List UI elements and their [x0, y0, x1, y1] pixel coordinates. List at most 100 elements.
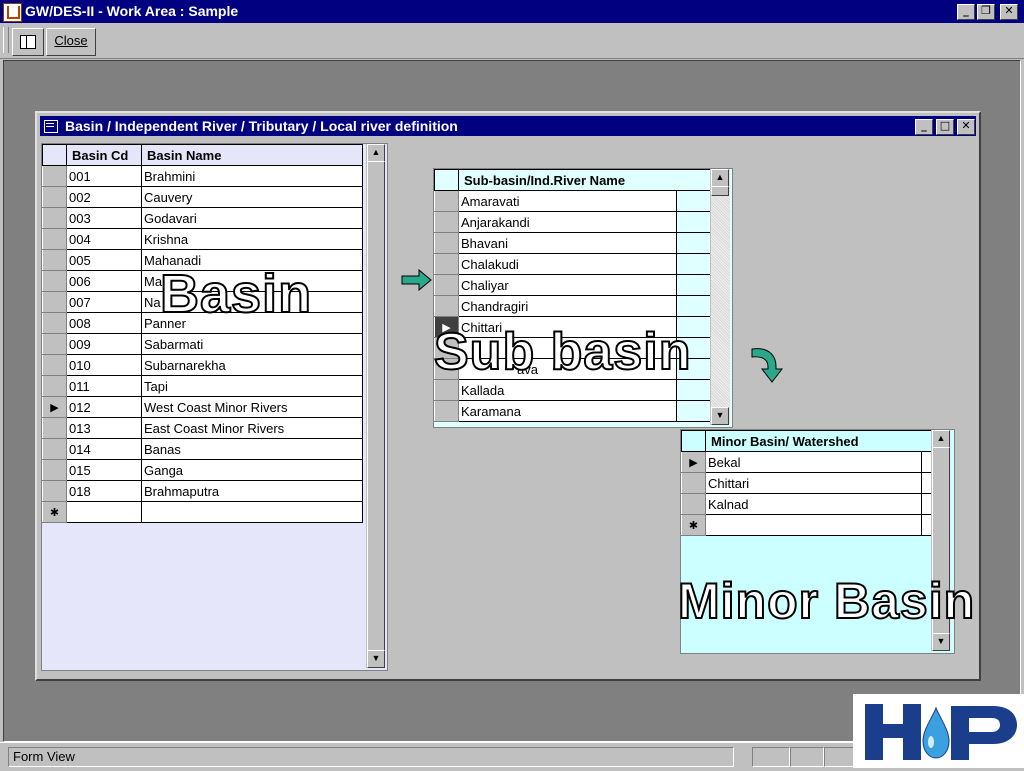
row-selector[interactable] [42, 459, 67, 481]
row-selector[interactable] [42, 375, 67, 397]
table-row[interactable]: Chandragiri [434, 295, 711, 317]
basin-code-cell[interactable]: 009 [66, 333, 142, 355]
row-selector[interactable] [42, 312, 67, 334]
subbasin-name-cell[interactable]: Chandragiri [458, 295, 677, 317]
table-row[interactable]: Kalnad [681, 493, 933, 515]
table-row[interactable]: ▶ 012 West Coast Minor Rivers [42, 396, 363, 418]
basin-name-cell[interactable]: Banas [141, 438, 363, 460]
form-view-button[interactable] [12, 28, 44, 56]
minor-extra-cell[interactable] [920, 493, 933, 515]
minor-basin-header[interactable]: Minor Basin/ Watershed [704, 430, 933, 452]
table-row[interactable]: Karamana [434, 400, 711, 422]
basin-scrollbar[interactable]: ▲ ▼ [366, 144, 385, 668]
table-row[interactable]: 014 Banas [42, 438, 363, 460]
new-record-icon[interactable]: ✱ [42, 501, 67, 523]
row-selector[interactable] [681, 493, 706, 515]
basin-name-cell[interactable]: Sabarmati [141, 333, 363, 355]
row-selector[interactable] [434, 232, 459, 254]
basin-name-cell[interactable] [141, 501, 363, 523]
app-icon[interactable] [3, 3, 22, 22]
form-icon[interactable] [44, 120, 58, 133]
basin-code-cell[interactable]: 014 [66, 438, 142, 460]
row-selector[interactable] [42, 207, 67, 229]
row-selector[interactable] [434, 295, 459, 317]
basin-code-cell[interactable]: 004 [66, 228, 142, 250]
basin-code-cell[interactable]: 008 [66, 312, 142, 334]
row-selector[interactable] [42, 228, 67, 250]
minor-extra-cell[interactable] [920, 472, 933, 494]
table-row[interactable]: Anjarakandi [434, 211, 711, 233]
table-row[interactable]: 011 Tapi [42, 375, 363, 397]
row-selector[interactable]: ▶ [681, 451, 706, 473]
subbasin-scrollbar[interactable]: ▲ ▼ [710, 169, 730, 425]
basin-code-cell[interactable]: 001 [66, 165, 142, 187]
minor-basin-cell[interactable]: Kalnad [705, 493, 922, 515]
subbasin-datasheet[interactable]: Sub-basin/Ind.River Name Amaravati Anjara… [433, 168, 733, 428]
subbasin-extra-cell[interactable] [676, 400, 711, 422]
subbasin-name-cell[interactable]: Anjarakandi [458, 211, 677, 233]
basin-code-cell[interactable]: 011 [66, 375, 142, 397]
form-minimize-button[interactable]: _ [915, 119, 933, 135]
row-selector[interactable] [434, 190, 459, 212]
basin-name-cell[interactable]: Krishna [141, 228, 363, 250]
basin-name-cell[interactable]: Ganga [141, 459, 363, 481]
table-row[interactable]: Amaravati [434, 190, 711, 212]
table-row[interactable]: Bhavani [434, 232, 711, 254]
scroll-up-button[interactable]: ▲ [711, 169, 729, 187]
row-selector[interactable] [434, 253, 459, 275]
row-selector[interactable] [434, 400, 459, 422]
table-row[interactable]: 004 Krishna [42, 228, 363, 250]
subbasin-extra-cell[interactable] [676, 232, 711, 254]
basin-name-cell[interactable]: East Coast Minor Rivers [141, 417, 363, 439]
subbasin-extra-cell[interactable] [676, 274, 711, 296]
subbasin-name-header[interactable]: Sub-basin/Ind.River Name [458, 169, 711, 191]
subbasin-extra-cell[interactable] [676, 211, 711, 233]
row-selector[interactable]: ▶ [42, 396, 67, 418]
row-selector[interactable] [434, 211, 459, 233]
table-row[interactable]: 002 Cauvery [42, 186, 363, 208]
subbasin-extra-cell[interactable] [676, 190, 711, 212]
form-maximize-button[interactable]: □ [936, 119, 954, 135]
table-row[interactable]: Chittari [681, 472, 933, 494]
minor-extra-cell[interactable] [920, 514, 933, 536]
basin-name-cell[interactable]: Brahmaputra [141, 480, 363, 502]
basin-datasheet[interactable]: Basin Cd Basin Name 001 Brahmini 002 Cauver… [41, 143, 388, 671]
table-row[interactable]: 001 Brahmini [42, 165, 363, 187]
table-row[interactable]: ▶ Bekal [681, 451, 933, 473]
row-selector[interactable] [42, 480, 67, 502]
scroll-down-button[interactable]: ▼ [932, 633, 950, 651]
basin-code-cell[interactable]: 005 [66, 249, 142, 271]
subbasin-name-cell[interactable]: Bhavani [458, 232, 677, 254]
basin-name-cell[interactable]: Cauvery [141, 186, 363, 208]
table-row[interactable]: 009 Sabarmati [42, 333, 363, 355]
scroll-thumb[interactable] [711, 186, 729, 196]
subbasin-name-cell[interactable]: Karamana [458, 400, 677, 422]
row-selector[interactable] [42, 417, 67, 439]
row-selector[interactable] [42, 165, 67, 187]
table-row[interactable]: 013 East Coast Minor Rivers [42, 417, 363, 439]
scroll-up-button[interactable]: ▲ [932, 430, 950, 448]
subbasin-extra-cell[interactable] [676, 295, 711, 317]
table-row[interactable]: Chalakudi [434, 253, 711, 275]
minor-basin-cell[interactable]: Bekal [705, 451, 922, 473]
row-selector[interactable] [434, 274, 459, 296]
basin-code-cell[interactable]: 007 [66, 291, 142, 313]
basin-code-cell[interactable]: 018 [66, 480, 142, 502]
table-row[interactable]: 003 Godavari [42, 207, 363, 229]
new-record-icon[interactable]: ✱ [681, 514, 706, 536]
basin-name-cell[interactable]: Subarnarekha [141, 354, 363, 376]
new-record-row[interactable]: ✱ [42, 501, 363, 523]
basin-name-header[interactable]: Basin Name [141, 144, 363, 166]
close-button[interactable]: Close [46, 28, 96, 56]
basin-code-cell[interactable] [66, 501, 142, 523]
minimize-button[interactable]: _ [957, 4, 975, 20]
row-selector[interactable] [42, 186, 67, 208]
basin-name-cell[interactable]: Brahmini [141, 165, 363, 187]
close-window-button[interactable]: ✕ [1000, 4, 1018, 20]
subbasin-extra-cell[interactable] [676, 379, 711, 401]
table-row[interactable]: 018 Brahmaputra [42, 480, 363, 502]
table-row[interactable]: 010 Subarnarekha [42, 354, 363, 376]
form-close-button[interactable]: ✕ [957, 119, 975, 135]
basin-code-cell[interactable]: 006 [66, 270, 142, 292]
basin-code-cell[interactable]: 002 [66, 186, 142, 208]
